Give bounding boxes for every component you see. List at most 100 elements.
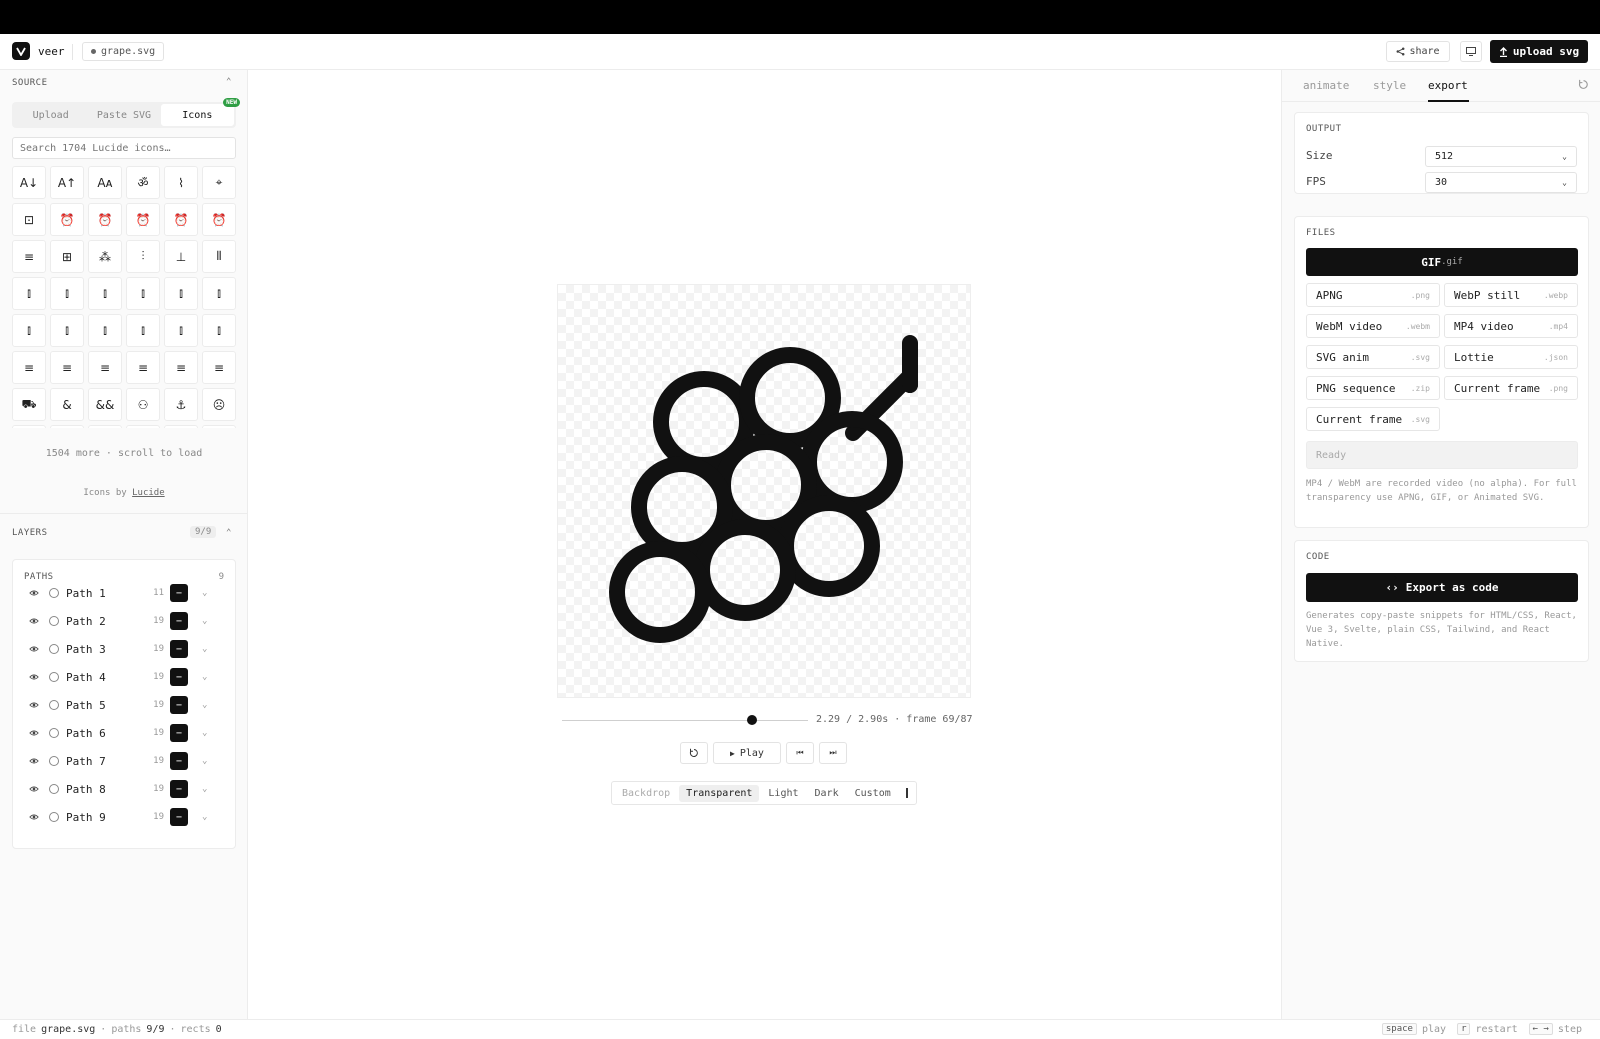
export-format-button[interactable]: APNG .png	[1306, 283, 1440, 307]
upload-svg-button[interactable]: upload svg	[1490, 40, 1588, 63]
chevron-down-icon[interactable]: ⌄	[202, 756, 207, 766]
icon-grid-cell[interactable]: ≡	[88, 351, 122, 384]
icon-grid-cell[interactable]: ⏰	[126, 203, 160, 236]
icon-grid-cell[interactable]: ·	[12, 425, 46, 428]
icon-grid-cell[interactable]: ⫶	[126, 240, 160, 273]
chevron-down-icon[interactable]: ⌄	[202, 672, 207, 682]
eye-icon[interactable]	[29, 700, 39, 710]
layer-select-radio[interactable]	[49, 784, 59, 794]
export-format-button[interactable]: PNG sequence .zip	[1306, 376, 1440, 400]
timeline-handle[interactable]	[746, 715, 757, 725]
chevron-down-icon[interactable]: ⌄	[202, 700, 207, 710]
icon-grid-cell[interactable]: ⏰	[88, 203, 122, 236]
export-format-button[interactable]: Current frame .svg	[1306, 407, 1440, 431]
icon-grid-cell[interactable]: ⚓	[164, 388, 198, 421]
step-back-button[interactable]: ⏮	[786, 742, 814, 764]
layer-select-radio[interactable]	[49, 756, 59, 766]
layer-color-swatch[interactable]: −	[170, 752, 188, 770]
veer-logo-icon[interactable]	[12, 42, 30, 60]
layer-row[interactable]: Path 2 19 − ⌄	[29, 612, 219, 630]
icon-grid-cell[interactable]: ⫾	[50, 277, 84, 310]
layer-color-swatch[interactable]: −	[170, 584, 188, 602]
icon-grid-cell[interactable]: ⊞	[50, 240, 84, 273]
layer-color-swatch[interactable]: −	[170, 780, 188, 798]
tab-style[interactable]: style	[1373, 79, 1406, 92]
icon-grid-cell[interactable]: ·	[164, 425, 198, 428]
icon-grid-cell[interactable]: ·	[126, 425, 160, 428]
export-format-button[interactable]: SVG anim .svg	[1306, 345, 1440, 369]
layers-collapse-chevron-icon[interactable]: ⌃	[226, 528, 231, 538]
icon-grid-cell[interactable]: ⫴	[202, 240, 236, 273]
icon-grid-cell[interactable]: ⌇	[164, 166, 198, 199]
icon-grid-cell[interactable]: ≡	[202, 351, 236, 384]
export-format-button[interactable]: WebM video .webm	[1306, 314, 1440, 338]
layer-row[interactable]: Path 6 19 − ⌄	[29, 724, 219, 742]
layer-select-radio[interactable]	[49, 672, 59, 682]
eye-icon[interactable]	[29, 812, 39, 822]
icon-grid-cell[interactable]: ⫾	[88, 277, 122, 310]
tab-icons[interactable]: Icons NEW	[160, 98, 240, 126]
reset-icon[interactable]	[1578, 79, 1589, 90]
chevron-down-icon[interactable]: ⌄	[202, 588, 207, 598]
icon-grid-cell[interactable]: ⫾	[126, 277, 160, 310]
backdrop-light[interactable]: Light	[761, 785, 805, 802]
chevron-down-icon[interactable]: ⌄	[202, 644, 207, 654]
layer-select-radio[interactable]	[49, 588, 59, 598]
tab-paste-svg[interactable]: Paste SVG	[87, 104, 160, 126]
step-forward-button[interactable]: ⏭	[819, 742, 847, 764]
layer-color-swatch[interactable]: −	[170, 808, 188, 826]
icon-grid-cell[interactable]: ⏰	[202, 203, 236, 236]
icon-grid-cell[interactable]: &&	[88, 388, 122, 421]
eye-icon[interactable]	[29, 784, 39, 794]
icon-grid-cell[interactable]: Aᴀ	[88, 166, 122, 199]
icon-grid-cell[interactable]: ⫾	[202, 314, 236, 347]
custom-color-swatch[interactable]	[905, 788, 908, 798]
icon-grid-cell[interactable]: ⫾	[50, 314, 84, 347]
source-collapse-chevron-icon[interactable]: ⌃	[226, 77, 231, 87]
icon-grid-cell[interactable]: ⫾	[12, 277, 46, 310]
layer-select-radio[interactable]	[49, 700, 59, 710]
tab-upload[interactable]: Upload	[14, 104, 87, 126]
chevron-down-icon[interactable]: ⌄	[202, 616, 207, 626]
icon-grid-cell[interactable]: ⏰	[164, 203, 198, 236]
layer-color-swatch[interactable]: −	[170, 640, 188, 658]
chevron-down-icon[interactable]: ⌄	[202, 784, 207, 794]
tab-export[interactable]: export	[1428, 79, 1468, 92]
layer-row[interactable]: Path 1 11 − ⌄	[29, 584, 219, 602]
size-select[interactable]: 512 ⌄	[1425, 146, 1577, 167]
layer-color-swatch[interactable]: −	[170, 724, 188, 742]
backdrop-custom[interactable]: Custom	[848, 785, 898, 802]
layer-row[interactable]: Path 5 19 − ⌄	[29, 696, 219, 714]
eye-icon[interactable]	[29, 588, 39, 598]
icon-grid-cell[interactable]: ⫾	[164, 277, 198, 310]
file-name-pill[interactable]: grape.svg	[82, 42, 165, 61]
layer-color-swatch[interactable]: −	[170, 668, 188, 686]
export-format-button[interactable]: MP4 video .mp4	[1444, 314, 1578, 338]
icon-grid-cell[interactable]: ॐ	[126, 166, 160, 199]
icon-search-input[interactable]	[12, 137, 236, 159]
eye-icon[interactable]	[29, 616, 39, 626]
icon-grid-cell[interactable]: A↓	[12, 166, 46, 199]
icon-grid-cell[interactable]: ☹	[202, 388, 236, 421]
icon-grid-cell[interactable]: ⚇	[126, 388, 160, 421]
layer-row[interactable]: Path 7 19 − ⌄	[29, 752, 219, 770]
eye-icon[interactable]	[29, 728, 39, 738]
layer-select-radio[interactable]	[49, 616, 59, 626]
layer-color-swatch[interactable]: −	[170, 612, 188, 630]
tab-animate[interactable]: animate	[1303, 79, 1349, 92]
icon-grid-cell[interactable]: ⊡	[12, 203, 46, 236]
eye-icon[interactable]	[29, 672, 39, 682]
layer-select-radio[interactable]	[49, 728, 59, 738]
icon-grid-cell[interactable]: ⫾	[126, 314, 160, 347]
icon-grid-cell[interactable]: ≡	[164, 351, 198, 384]
layer-row[interactable]: Path 9 19 − ⌄	[29, 808, 219, 826]
icon-grid-cell[interactable]: ·	[50, 425, 84, 428]
icon-grid-cell[interactable]: ⏰	[50, 203, 84, 236]
icon-grid-cell[interactable]: ⫾	[88, 314, 122, 347]
layer-row[interactable]: Path 3 19 − ⌄	[29, 640, 219, 658]
export-as-code-button[interactable]: ‹› Export as code	[1306, 573, 1578, 602]
export-format-button[interactable]: Current frame .png	[1444, 376, 1578, 400]
icon-grid-cell[interactable]: ·	[202, 425, 236, 428]
preview-window-button[interactable]	[1460, 41, 1482, 62]
share-button[interactable]: share	[1386, 41, 1450, 62]
